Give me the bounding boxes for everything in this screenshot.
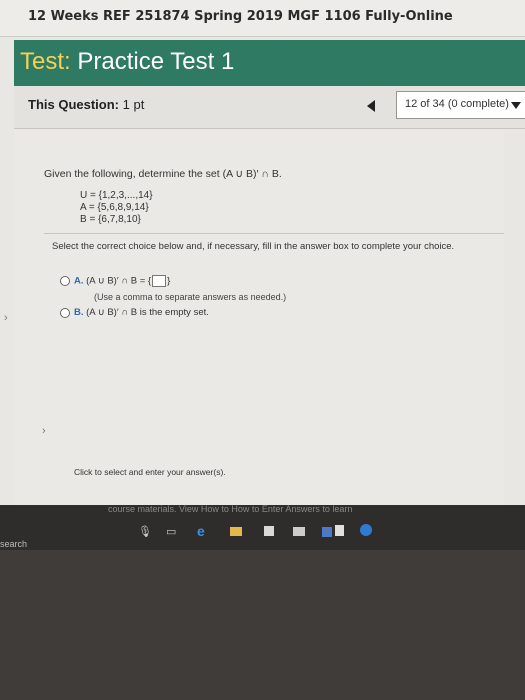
browser-icon[interactable]	[360, 524, 372, 536]
test-name: Practice Test 1	[77, 48, 235, 75]
taskbar: course materials. View How to How to Ent…	[0, 504, 525, 550]
choice-b-letter: B.	[74, 307, 84, 318]
choice-b-text: (A ∪ B)′ ∩ B is the empty set.	[86, 307, 209, 318]
app-icon[interactable]	[322, 527, 332, 537]
choice-a-close: }	[167, 275, 171, 287]
question-selector[interactable]: 12 of 34 (0 complete)	[396, 91, 525, 119]
file-explorer-icon[interactable]	[230, 527, 242, 536]
choice-b-radio[interactable]	[60, 308, 70, 318]
chevron-right-icon[interactable]: ›	[4, 312, 8, 324]
test-header: Test: Practice Test 1	[14, 40, 525, 86]
edge-browser-icon[interactable]: e	[197, 523, 205, 539]
course-title: 12 Weeks REF 251874 Spring 2019 MGF 1106…	[28, 9, 453, 24]
points-value: 1 pt	[122, 97, 145, 112]
chevron-right-icon: ›	[42, 425, 46, 437]
store-icon[interactable]	[264, 526, 274, 536]
course-materials-text: course materials. View How to How to Ent…	[108, 504, 353, 514]
set-b: B = {6,7,8,10}	[80, 214, 141, 225]
choice-a-radio[interactable]	[60, 276, 70, 286]
question-bar: This Question: 1 pt 12 of 34 (0 complete…	[14, 86, 525, 129]
choice-a[interactable]: A. (A ∪ B)′ ∩ B = {}	[74, 275, 170, 287]
choice-b[interactable]: B. (A ∪ B)′ ∩ B is the empty set.	[74, 307, 209, 318]
click-message: Click to select and enter your answer(s)…	[74, 467, 226, 477]
taskbar-search[interactable]: search	[0, 539, 27, 549]
task-view-icon[interactable]: ▭	[166, 525, 176, 538]
question-points: This Question: 1 pt	[28, 97, 144, 112]
microphone-icon[interactable]: 🎙	[138, 525, 152, 538]
answer-box[interactable]	[152, 275, 167, 287]
choice-a-letter: A.	[74, 275, 84, 287]
photos-icon[interactable]	[293, 527, 305, 536]
instruction-text: Select the correct choice below and, if …	[52, 241, 455, 252]
course-title-bar: 12 Weeks REF 251874 Spring 2019 MGF 1106…	[0, 0, 525, 37]
choice-a-hint: (Use a comma to separate answers as need…	[94, 292, 287, 302]
dropdown-arrow-icon	[511, 102, 521, 109]
test-title: Test: Practice Test 1	[20, 48, 234, 76]
set-definitions: U = {1,2,3,...,14} A = {5,6,8,9,14} B = …	[80, 190, 153, 226]
set-u: U = {1,2,3,...,14}	[80, 190, 153, 201]
set-a: A = {5,6,8,9,14}	[80, 202, 149, 213]
progress-text: 12 of 34 (0 complete)	[405, 98, 509, 110]
question-content: Given the following, determine the set (…	[14, 130, 504, 505]
previous-question-icon[interactable]	[367, 100, 375, 112]
screen: 12 Weeks REF 251874 Spring 2019 MGF 1106…	[0, 0, 525, 520]
divider	[44, 233, 504, 234]
question-label: This Question:	[28, 97, 119, 112]
flag-icon[interactable]	[335, 525, 344, 536]
choice-a-expression: (A ∪ B)′ ∩ B = {	[86, 275, 152, 287]
monitor-bezel	[0, 550, 525, 700]
test-prefix: Test:	[20, 48, 71, 75]
question-prompt: Given the following, determine the set (…	[44, 168, 282, 180]
